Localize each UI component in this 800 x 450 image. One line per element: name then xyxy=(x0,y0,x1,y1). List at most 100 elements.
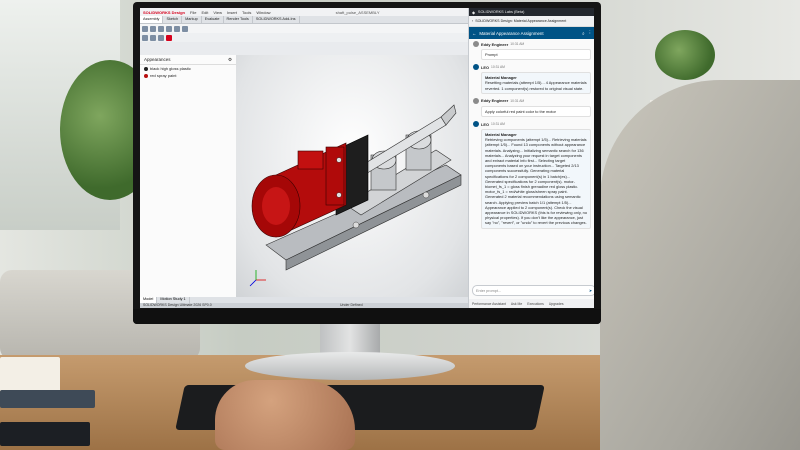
message-time: 10:31 AM xyxy=(491,65,505,70)
send-icon[interactable]: ➤ xyxy=(589,288,592,293)
app-title: SOLIDWORKS Labs (Beta) xyxy=(477,10,525,14)
user-hand xyxy=(215,380,355,450)
panel-options-icon[interactable]: ⚙ xyxy=(228,57,232,63)
message: LEO 10:31 AM Material Manager Retrieving… xyxy=(469,119,594,231)
message-bubble: Material Manager Resetting materials (at… xyxy=(481,72,591,94)
solidworks-titlebar: SOLIDWORKS Design File Edit View Insert … xyxy=(140,8,468,16)
notebook-dark xyxy=(0,390,95,408)
ai-chat-panel: ◆ SOLIDWORKS Labs (Beta) ‹ SOLIDWORKS De… xyxy=(468,8,594,308)
menu-insert[interactable]: Insert xyxy=(227,10,237,15)
prompt-placeholder: Enter prompt... xyxy=(476,288,502,293)
appearances-panel: Appearances ⚙ black high gloss plastic r… xyxy=(140,55,237,301)
chat-subtitle: SOLIDWORKS Design: Material Appearance A… xyxy=(475,19,567,23)
assembly-model[interactable] xyxy=(236,55,468,301)
prompt-input[interactable]: Enter prompt... ➤ xyxy=(472,285,594,296)
message: Eddy Engineer 10:31 AM Apply colorful re… xyxy=(469,96,594,119)
chat-breadcrumb: ‹ SOLIDWORKS Design: Material Appearance… xyxy=(469,16,594,27)
tab-render-tools[interactable]: Render Tools xyxy=(224,16,253,23)
avatar xyxy=(473,121,479,128)
panel-title: Appearances xyxy=(144,57,171,62)
swatch-icon xyxy=(144,66,148,71)
status-right: Under Defined xyxy=(340,303,363,307)
tool-icon[interactable] xyxy=(142,25,148,32)
message-header: LEO 10:31 AM xyxy=(473,64,591,71)
menu-file[interactable]: File xyxy=(190,10,196,15)
chat-footer: Performance Assistant Ask Me Executions … xyxy=(469,299,594,308)
tab-markup[interactable]: Markup xyxy=(182,16,202,23)
monitor-screen: SOLIDWORKS Design File Edit View Insert … xyxy=(140,8,594,308)
tool-icon[interactable] xyxy=(158,25,164,32)
footer-upgrades[interactable]: Upgrades xyxy=(549,302,564,306)
command-manager-tabs: Assembly Sketch Markup Evaluate Render T… xyxy=(140,16,468,24)
appearance-icon[interactable] xyxy=(166,34,172,41)
message-header: Eddy Engineer 10:31 AM xyxy=(473,97,591,104)
menu-bar: File Edit View Insert Tools Window xyxy=(190,10,271,15)
message-text: Prompt xyxy=(485,52,498,57)
back-arrow-icon[interactable]: ← xyxy=(472,31,476,36)
panel-header: Appearances ⚙ xyxy=(140,55,236,65)
chat-header: ← Material Appearance Assignment ⌕ ⋮ xyxy=(469,27,594,39)
more-icon[interactable]: ⋮ xyxy=(588,30,592,36)
menu-view[interactable]: View xyxy=(213,10,222,15)
tab-assembly[interactable]: Assembly xyxy=(140,16,164,23)
tool-icon[interactable] xyxy=(166,25,172,32)
message-text: Retrieving components (attempt 1/5)... R… xyxy=(485,137,587,226)
notebook xyxy=(0,357,60,392)
avatar xyxy=(473,97,479,104)
status-text: SOLIDWORKS Design Ultimate 2026 SP0.0 xyxy=(143,303,212,307)
solidworks-logo: SOLIDWORKS Design xyxy=(143,9,186,15)
message: Eddy Engineer 10:31 AM Prompt xyxy=(469,39,594,62)
config-icon[interactable] xyxy=(158,34,164,41)
footer-ask-me[interactable]: Ask Me xyxy=(511,302,522,306)
tab-sketch[interactable]: Sketch xyxy=(163,16,183,23)
message-bubble: Apply colorful red paint color to the mo… xyxy=(481,105,591,118)
chat-title: Material Appearance Assignment xyxy=(479,30,544,36)
menu-tools[interactable]: Tools xyxy=(242,10,251,15)
background-plant-right xyxy=(655,30,715,80)
appearance-item[interactable]: black high gloss plastic xyxy=(140,65,236,72)
menu-edit[interactable]: Edit xyxy=(201,10,208,15)
tab-evaluate[interactable]: Evaluate xyxy=(202,16,224,23)
graphics-area[interactable] xyxy=(236,55,468,301)
message-header: Eddy Engineer 10:31 AM xyxy=(473,41,591,47)
document-title: shaft_pulse_ASSEMBLY xyxy=(335,9,380,15)
avatar xyxy=(473,64,479,71)
monitor-base xyxy=(245,352,455,380)
tool-icon[interactable] xyxy=(174,25,180,32)
back-icon[interactable]: ‹ xyxy=(472,19,473,23)
appearance-label: black high gloss plastic xyxy=(150,66,191,71)
message-author: Eddy Engineer xyxy=(481,41,509,47)
monitor-chin xyxy=(133,309,601,324)
message-list: Eddy Engineer 10:31 AM Prompt LEO 10:31 … xyxy=(469,39,594,285)
app-logo-icon: ◆ xyxy=(472,10,475,15)
phone xyxy=(0,422,90,446)
footer-executions[interactable]: Executions xyxy=(527,302,544,306)
message-time: 10:31 AM xyxy=(510,42,525,46)
message-text: Resetting materials (attempt 1/5)... 4 A… xyxy=(485,80,587,91)
avatar xyxy=(473,41,479,47)
tool-icon[interactable] xyxy=(182,25,188,32)
message: LEO 10:31 AM Material Manager Resetting … xyxy=(469,62,594,96)
property-icon[interactable] xyxy=(150,34,156,41)
message-author: LEO xyxy=(481,64,489,70)
panel-toolbar xyxy=(140,33,468,42)
chat-app-bar: ◆ SOLIDWORKS Labs (Beta) xyxy=(469,8,594,16)
toolbar xyxy=(140,24,468,33)
message-author: Eddy Engineer xyxy=(481,98,509,104)
message-text: Apply colorful red paint color to the mo… xyxy=(485,108,556,114)
tool-icon[interactable] xyxy=(150,25,156,32)
message-bubble: Prompt xyxy=(481,49,591,61)
appearance-item[interactable]: red spray paint xyxy=(140,72,236,79)
status-bar: SOLIDWORKS Design Ultimate 2026 SP0.0 Un… xyxy=(140,303,471,308)
message-time: 10:31 AM xyxy=(491,122,505,127)
message-author: LEO xyxy=(481,121,489,127)
feature-tree-icon[interactable] xyxy=(142,34,148,41)
solidworks-window: SOLIDWORKS Design File Edit View Insert … xyxy=(140,8,471,308)
message-time: 10:31 AM xyxy=(510,98,525,103)
tab-add-ins[interactable]: SOLIDWORKS Add-Ins xyxy=(253,16,300,23)
user-shoulder xyxy=(600,80,800,450)
menu-window[interactable]: Window xyxy=(256,10,270,15)
search-icon[interactable]: ⌕ xyxy=(582,31,584,36)
footer-performance-assistant[interactable]: Performance Assistant xyxy=(472,302,506,306)
swatch-icon xyxy=(144,73,148,78)
